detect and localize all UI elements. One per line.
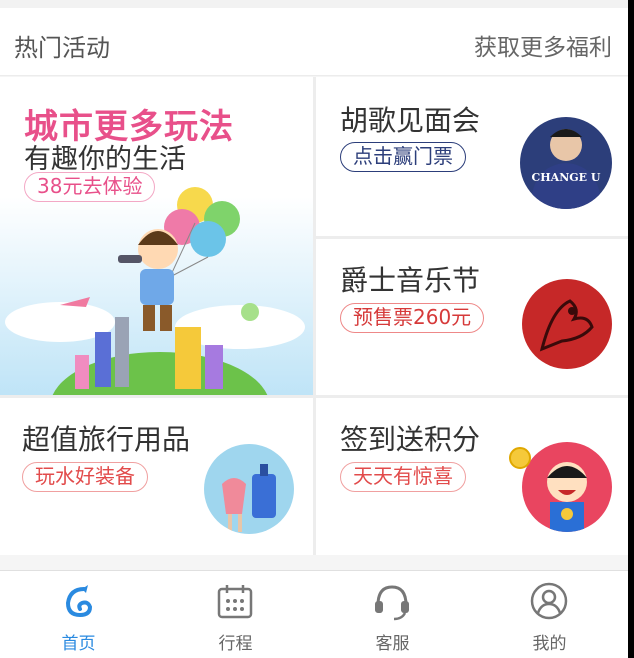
tab-label: 客服 [375,634,410,654]
card-title: 爵士音乐节 [340,264,481,297]
tab-itinerary[interactable]: 行程 [157,571,314,658]
tab-service[interactable]: 客服 [314,571,471,658]
tab-home[interactable]: 首页 [0,571,157,658]
card-pill[interactable]: 点击赢门票 [340,142,466,172]
card-huge-meetup[interactable]: 胡歌见面会 点击赢门票 CHANGE U [316,77,628,236]
avatar-caption: CHANGE U [531,171,601,184]
travel-luggage-image [204,444,294,534]
card-pill[interactable]: 预售票260元 [340,303,485,333]
section-title: 热门活动 [14,34,110,62]
city-play-banner[interactable]: 城市更多玩法 有趣你的生活 38元去体验 [0,77,313,395]
tab-label: 我的 [532,634,567,654]
tab-label: 行程 [218,634,253,654]
tab-label: 首页 [61,634,96,654]
coin-icon [509,447,531,469]
celebrity-avatar: CHANGE U [520,117,612,209]
top-gap [0,0,628,8]
banner-subline: 有趣你的生活 [24,144,186,175]
card-jazz-festival[interactable]: 爵士音乐节 预售票260元 [316,239,628,395]
card-pill[interactable]: 玩水好装备 [22,462,148,492]
card-pill[interactable]: 天天有惊喜 [340,462,466,492]
card-title: 超值旅行用品 [22,423,191,456]
more-benefits-link[interactable]: 获取更多福利 [474,28,612,62]
card-title: 签到送积分 [340,423,481,456]
calendar-icon [217,585,253,619]
card-checkin-points[interactable]: 签到送积分 天天有惊喜 [316,398,628,555]
headset-icon [375,585,409,621]
home-icon [65,585,93,618]
section-header: 热门活动 获取更多福利 [0,8,628,76]
card-travel-goods[interactable]: 超值旅行用品 玩水好装备 [0,398,313,555]
bottom-tab-bar: 首页 行程 客服 我的 [0,570,628,658]
tab-mine[interactable]: 我的 [471,571,628,658]
app-screen: 热门活动 获取更多福利 城市更多玩法 有趣你的生活 38元去体验 胡歌见面会 点… [0,0,628,658]
activity-grid: 城市更多玩法 有趣你的生活 38元去体验 胡歌见面会 点击赢门票 CHANGE … [0,77,628,555]
card-title: 胡歌见面会 [340,104,481,137]
jazz-hand-icon [522,279,612,369]
banner-experience-pill[interactable]: 38元去体验 [24,172,156,202]
user-icon [530,582,568,620]
superhero-avatar [522,442,612,532]
